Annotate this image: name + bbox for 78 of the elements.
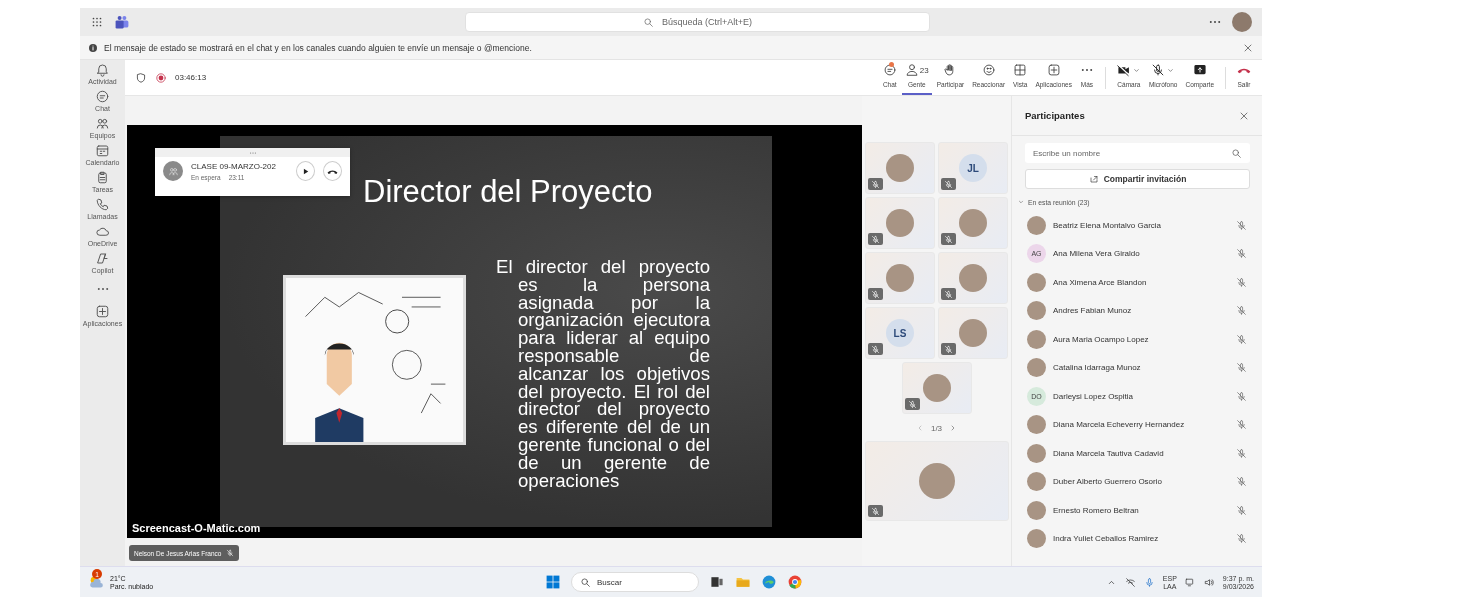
chat-icon — [95, 89, 110, 104]
avatar-photo — [886, 264, 914, 292]
avatar-photo — [959, 264, 987, 292]
initials-avatar: JL — [959, 154, 987, 182]
avatar-photo — [1027, 500, 1046, 520]
grid-view-icon — [1013, 63, 1028, 77]
participant-row[interactable]: Indra Yuliet Ceballos Ramirez — [1012, 524, 1262, 553]
taskbar-search-field[interactable]: Buscar — [571, 572, 699, 592]
chat-icon — [882, 63, 897, 77]
display-icon — [1184, 576, 1196, 588]
participant-row[interactable]: Diana Marcela Tautiva Cadavid — [1012, 439, 1262, 468]
avatar-photo — [1027, 358, 1046, 378]
participant-row[interactable]: Ana Ximena Arce Blandon — [1012, 268, 1262, 297]
call-title: CLASE 09-MARZO-202 — [191, 161, 277, 171]
share-icon — [1088, 174, 1099, 184]
person-icon — [904, 63, 919, 77]
status-notice-text: El mensaje de estado se mostrará en el chat y en los canales cuando alguien te envíe un mensaje o @mencione. — [104, 42, 533, 53]
search-field[interactable]: Búsqueda (Ctrl+Alt+E) — [465, 12, 930, 32]
mic-off-icon — [1151, 63, 1166, 77]
hang-up-button[interactable] — [323, 161, 342, 181]
avatar-photo — [886, 154, 914, 182]
avatar-photo — [1027, 472, 1046, 492]
recording-icon — [155, 71, 167, 84]
participant-row[interactable]: Catalina Idarraga Munoz — [1012, 353, 1262, 382]
smiley-icon — [981, 63, 996, 77]
avatar-photo — [1027, 272, 1046, 292]
participant-row[interactable]: Ernesto Romero Beltran — [1012, 496, 1262, 525]
bell-icon — [95, 62, 110, 77]
avatar-photo — [1027, 301, 1046, 321]
participant-row[interactable]: Diana Marcela Echeverry Hernandez — [1012, 410, 1262, 439]
profile-avatar[interactable] — [1232, 12, 1252, 32]
avatar-photo — [1027, 215, 1046, 235]
shield-icon — [135, 71, 147, 84]
microphone-icon — [1143, 576, 1155, 588]
avatar-photo — [959, 209, 987, 237]
meeting-timer: 03:46:13 — [175, 73, 207, 82]
clipboard-icon — [95, 170, 110, 185]
avatar-photo — [1027, 415, 1046, 435]
chrome-icon — [787, 574, 803, 590]
task-view-icon — [709, 574, 725, 590]
resume-button[interactable] — [296, 161, 316, 181]
slide-title: Director del Proyecto — [363, 174, 653, 210]
phone-icon — [95, 197, 110, 212]
slide-body-text: El director del proyecto es la persona asignada por la organización ejecutora para liderar al equipo responsable de alcanzar los objetivos del proyecto. El rol del director del proyecto es diferente del de un gerente funcional o del de un gerente de operaciones — [496, 258, 710, 490]
start-icon — [545, 574, 561, 590]
copilot-icon — [95, 251, 110, 266]
page-indicator: 1/3 — [930, 423, 943, 433]
search-icon — [580, 576, 591, 588]
avatar-photo — [922, 374, 951, 402]
search-icon — [1231, 147, 1242, 159]
avatar-photo — [1027, 329, 1046, 349]
share-invite-button[interactable]: Compartir invitación — [1025, 169, 1250, 189]
avatar-photo — [959, 319, 987, 347]
plus-square-icon — [1046, 63, 1061, 77]
team-icon — [95, 116, 110, 131]
speaker-icon — [1203, 576, 1215, 588]
recorder-label: Screencast-O-Matic.com — [132, 522, 261, 534]
avatar-photo — [886, 209, 914, 237]
browser-icon — [761, 574, 777, 590]
participant-row[interactable]: Aura Maria Ocampo Lopez — [1012, 325, 1262, 354]
search-icon — [642, 16, 654, 28]
search-field[interactable]: Escribe un nombre — [1025, 143, 1250, 163]
participant-row[interactable]: Andres Fabian Munoz — [1012, 296, 1262, 325]
plus-square-icon — [95, 304, 110, 319]
app-launcher-icon — [90, 15, 104, 29]
teams-logo-icon — [114, 14, 130, 30]
info-icon — [88, 42, 98, 53]
network-off-icon — [1124, 576, 1136, 588]
avatar-photo — [1027, 443, 1046, 463]
calendar-icon — [95, 143, 110, 158]
avatar-photo — [918, 463, 955, 499]
participant-row[interactable]: Duber Alberto Guerrero Osorio — [1012, 467, 1262, 496]
camera-off-icon — [1116, 63, 1131, 77]
avatar-photo — [1027, 529, 1046, 549]
share-screen-icon — [1192, 63, 1207, 77]
panel-title: Participantes — [1025, 110, 1085, 121]
initials-avatar: LS — [886, 319, 914, 347]
participant-row[interactable]: Beatriz Elena Montalvo Garcia — [1012, 211, 1262, 240]
